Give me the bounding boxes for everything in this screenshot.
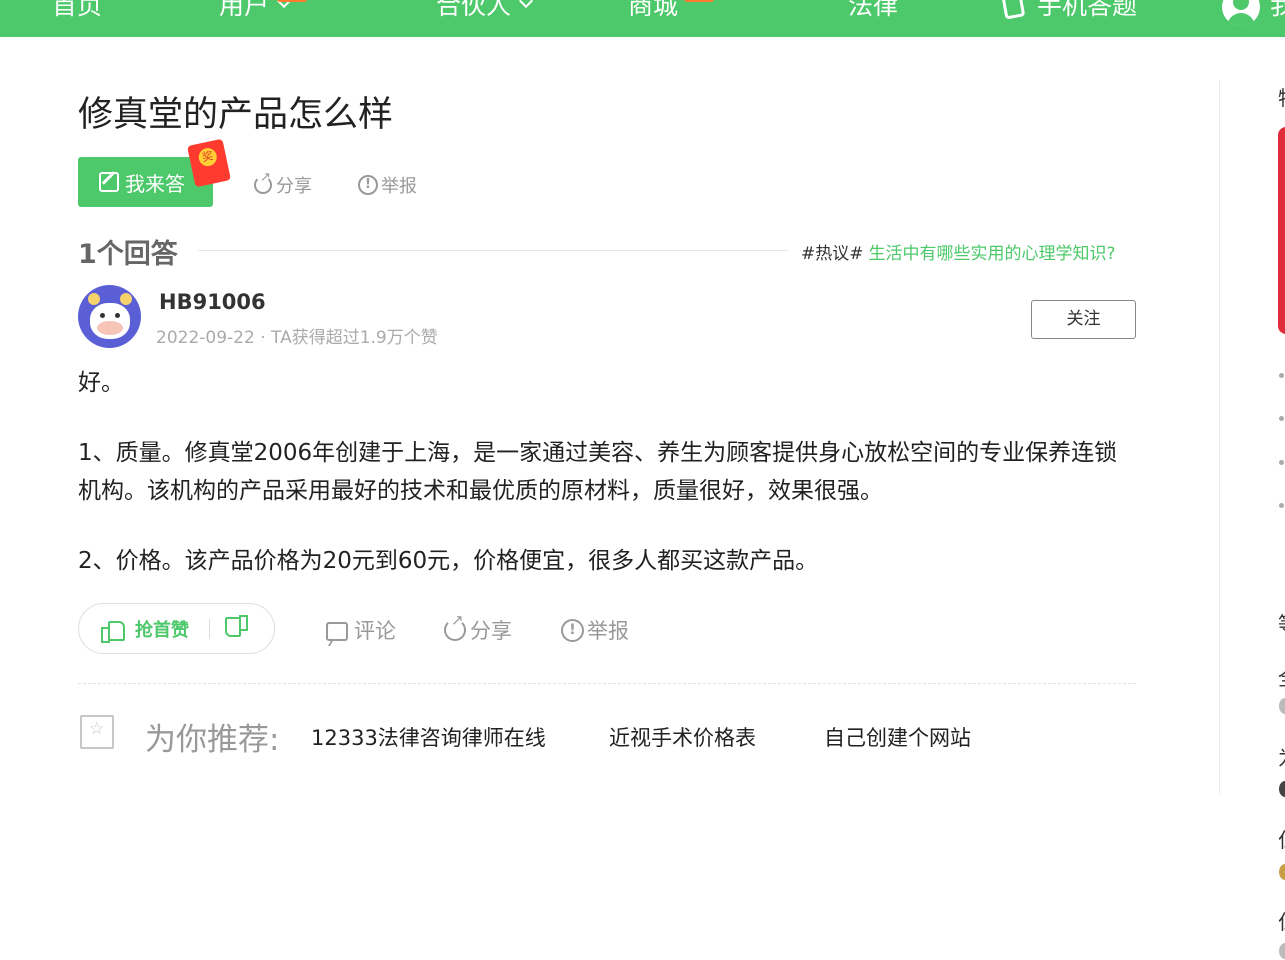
comment-button[interactable]: 评论: [326, 615, 396, 645]
vote-separator: [209, 618, 210, 639]
sidebar-section-heading: 等: [1278, 608, 1285, 637]
nav-users[interactable]: 用户: [219, 0, 292, 24]
nav-partners[interactable]: 合伙人: [436, 0, 534, 24]
thumb-up-icon[interactable]: [101, 619, 125, 643]
question-report-label: 举报: [381, 176, 417, 197]
nav-mall-badge: [684, 0, 714, 2]
report-icon: !: [561, 618, 584, 642]
phone-icon: [1000, 0, 1026, 20]
recommend-label: 为你推荐:: [145, 722, 280, 758]
sidebar-bullet: [1279, 373, 1284, 378]
sidebar-avatar: [1279, 943, 1285, 959]
answer-count: 1个回答: [78, 239, 178, 270]
vote-pill: 抢首赞: [78, 603, 275, 654]
sidebar-red-card[interactable]: [1278, 127, 1285, 334]
like-button[interactable]: 抢首赞: [135, 616, 189, 642]
recommend-link[interactable]: 近视手术价格表: [609, 722, 756, 752]
nav-partners-label: 合伙人: [436, 0, 512, 20]
hot-topic-link[interactable]: 生活中有哪些实用的心理学知识?: [869, 244, 1116, 264]
nav-users-label: 用户: [219, 0, 270, 20]
thumb-down-icon[interactable]: [228, 619, 248, 639]
answer-report-label: 举报: [587, 619, 629, 643]
answers-divider: [198, 250, 788, 251]
question-title: 修真堂的产品怎么样: [78, 95, 394, 135]
answerer-meta: 2022-09-22 · TA获得超过1.9万个赞: [156, 328, 438, 348]
answer-paragraph: 好。: [78, 370, 124, 396]
report-icon: !: [358, 175, 378, 195]
user-avatar-icon[interactable]: [1222, 0, 1260, 26]
question-report-button[interactable]: ! 举报: [358, 172, 417, 198]
cow-eye-right: [115, 313, 120, 318]
share-icon: [444, 611, 466, 641]
recommend-link[interactable]: 12333法律咨询律师在线: [311, 722, 546, 752]
top-nav: 首页 用户 合伙人 商城 法律 手机答题 我: [0, 0, 1285, 37]
nav-me[interactable]: 我: [1270, 0, 1285, 24]
answer-button-label: 我来答: [125, 171, 185, 196]
comment-label: 评论: [354, 619, 396, 643]
answerer-avatar[interactable]: [78, 285, 141, 348]
recommend-link[interactable]: 自己创建个网站: [824, 722, 971, 752]
question-share-button[interactable]: 分享: [254, 170, 312, 198]
sidebar-item[interactable]: 全: [1278, 662, 1285, 691]
red-packet-icon[interactable]: 奖: [187, 138, 231, 188]
sidebar-avatar: [1279, 698, 1285, 714]
sidebar-item[interactable]: 仁: [1278, 824, 1285, 853]
sidebar-bullet: [1279, 503, 1284, 508]
cow-face: [90, 303, 130, 339]
answer-report-button[interactable]: ! 举报: [561, 615, 629, 645]
sidebar-bullet: [1279, 460, 1284, 465]
dashed-divider: [78, 683, 1136, 684]
cow-horn-right: [120, 293, 132, 305]
follow-button[interactable]: 关注: [1031, 300, 1136, 339]
hot-tag: #热议#: [801, 244, 864, 264]
answer-paragraph: 1、质量。修真堂2006年创建于上海，是一家通过美容、养生为顾客提供身心放松空间…: [78, 440, 1118, 504]
nav-mall[interactable]: 商城: [628, 0, 678, 24]
answer-paragraph: 2、价格。该产品价格为20元到60元，价格便宜，很多人都买这款产品。: [78, 548, 819, 574]
sidebar-divider: [1219, 80, 1220, 795]
cow-horn-left: [88, 293, 100, 305]
sidebar-item[interactable]: 为: [1278, 742, 1285, 771]
edit-icon: [99, 172, 119, 192]
chevron-down-icon: [518, 0, 534, 9]
sidebar-bullet: [1279, 416, 1284, 421]
sidebar-avatar: [1279, 864, 1285, 880]
sidebar-avatar: [1279, 781, 1285, 797]
recommend-star-icon: [80, 715, 114, 749]
cow-snout: [97, 321, 123, 335]
answer-share-label: 分享: [470, 619, 512, 643]
share-icon: [254, 170, 272, 194]
nav-users-badge: [277, 0, 307, 2]
answerer-name[interactable]: HB91006: [159, 290, 266, 314]
question-share-label: 分享: [276, 176, 312, 197]
nav-mobile-answer[interactable]: 手机答题: [1037, 0, 1137, 24]
cow-eye-left: [100, 313, 105, 318]
nav-law[interactable]: 法律: [848, 0, 898, 24]
sidebar-item[interactable]: 仁: [1278, 906, 1285, 935]
red-packet-coin: 奖: [197, 146, 219, 168]
nav-home[interactable]: 首页: [52, 0, 102, 24]
answer-share-button[interactable]: 分享: [444, 611, 512, 645]
sidebar-heading: 特: [1278, 82, 1285, 111]
hot-topic: #热议# 生活中有哪些实用的心理学知识?: [801, 239, 1116, 264]
comment-icon: [326, 621, 348, 641]
